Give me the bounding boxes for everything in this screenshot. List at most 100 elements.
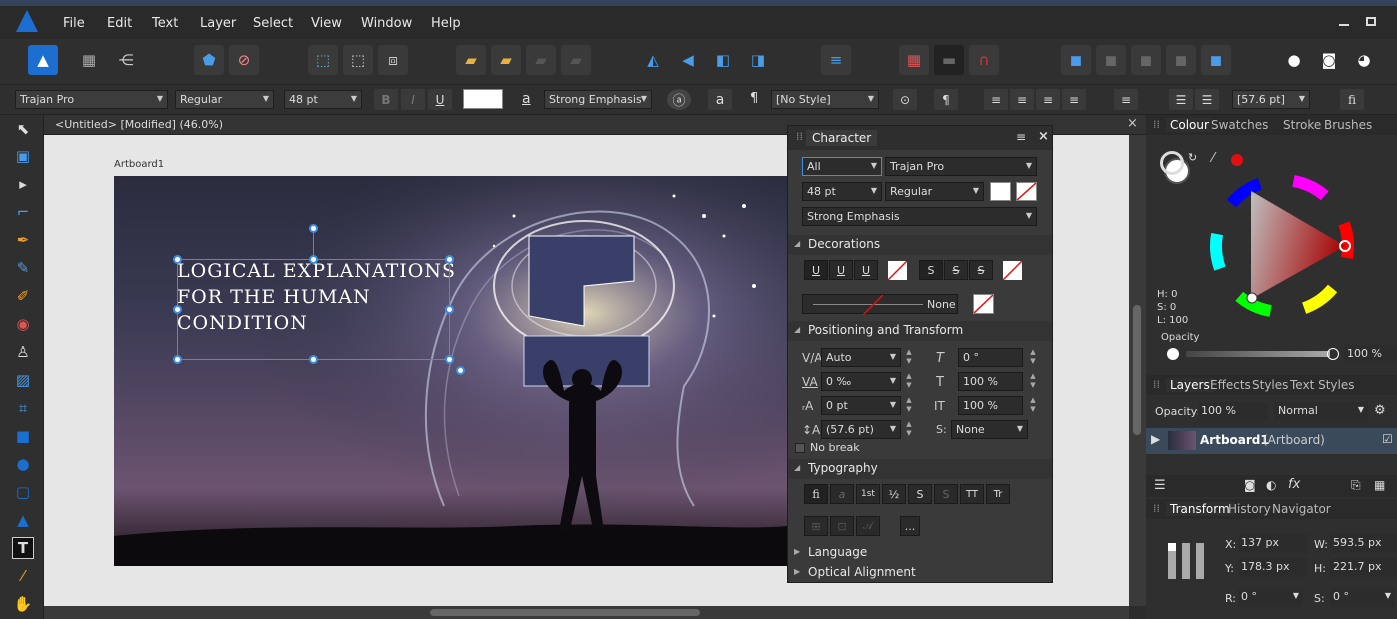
kerning-field[interactable]: 0 ‰ ▼ bbox=[821, 372, 901, 391]
typo-more-button[interactable]: ... bbox=[900, 516, 920, 536]
grid-icon[interactable]: ▦ bbox=[899, 45, 929, 75]
underline-button[interactable]: U bbox=[428, 89, 452, 110]
blend-mode-dropdown[interactable]: Normal ▼ bbox=[1274, 402, 1368, 421]
para-style-apply-button[interactable]: ⊙ bbox=[893, 89, 917, 110]
menu-layer[interactable]: Layer bbox=[200, 16, 236, 31]
baseline-field[interactable]: 0 pt ▼ bbox=[821, 396, 901, 415]
opacity-slider[interactable] bbox=[1186, 351, 1330, 357]
scope-dropdown[interactable]: All ▼ bbox=[802, 157, 882, 176]
char-style-clear-button[interactable]: a bbox=[708, 89, 732, 110]
tab-colour[interactable]: Colour bbox=[1166, 118, 1213, 132]
align-center-icon[interactable]: ≡ bbox=[1010, 89, 1034, 110]
character-panel-titlebar[interactable]: ⁞⁞ Character ≡ × bbox=[788, 126, 1052, 150]
resize-handle[interactable] bbox=[173, 255, 182, 264]
fill-tool-icon[interactable]: ◉ bbox=[12, 313, 34, 335]
panel-char-style-dropdown[interactable]: Strong Emphasis ▼ bbox=[802, 207, 1037, 226]
tab-stroke[interactable]: Stroke bbox=[1283, 118, 1321, 132]
text-tool-icon[interactable]: T bbox=[12, 537, 34, 559]
panel-font-dropdown[interactable]: Trajan Pro ▼ bbox=[885, 157, 1037, 176]
app-logo[interactable] bbox=[16, 10, 38, 32]
shear-transform-field[interactable]: 0 ° ▼ bbox=[1330, 588, 1395, 607]
strike-double-button[interactable]: S bbox=[944, 260, 968, 280]
rotation-field[interactable]: 0 ° ▼ bbox=[1238, 588, 1303, 607]
typo-smallcaps-button[interactable]: Tr bbox=[986, 484, 1010, 504]
resize-handle[interactable] bbox=[445, 355, 454, 364]
artboard-tool-icon[interactable]: ▣ bbox=[12, 145, 34, 167]
hscale-field[interactable]: 100 % bbox=[958, 372, 1023, 391]
ellipse-tool-icon[interactable]: ● bbox=[12, 453, 34, 475]
minimize-icon[interactable] bbox=[1339, 24, 1349, 26]
fx-icon[interactable]: fx bbox=[1288, 477, 1300, 492]
align-left-icon[interactable]: ≡ bbox=[984, 89, 1008, 110]
rounded-rectangle-tool-icon[interactable]: ▢ bbox=[12, 481, 34, 503]
horizontal-scrollbar[interactable] bbox=[44, 606, 1129, 619]
typography-button[interactable]: fi bbox=[1340, 89, 1364, 110]
typo-ordinals-button[interactable]: 1st bbox=[856, 484, 880, 504]
layer-opacity-field[interactable]: 100 % bbox=[1198, 402, 1268, 421]
layer-row[interactable]: ▶ Artboard1 (Artboard) ☑ bbox=[1146, 428, 1397, 454]
boolean-intersect-icon[interactable]: ◼ bbox=[1131, 45, 1161, 75]
typo-superscript-button[interactable]: S bbox=[908, 484, 932, 504]
snapping-off-icon[interactable]: ⊘ bbox=[229, 45, 259, 75]
panel-fill-swatch[interactable] bbox=[990, 182, 1011, 201]
justify-icon[interactable]: ≡ bbox=[1062, 89, 1086, 110]
char-style-apply-button[interactable]: ⓐ bbox=[667, 89, 691, 110]
bullets-icon[interactable]: ☰ bbox=[1169, 89, 1193, 110]
arrange-backward-icon[interactable]: ▰ bbox=[561, 45, 591, 75]
bold-button[interactable]: B bbox=[374, 89, 398, 110]
menu-help[interactable]: Help bbox=[431, 16, 461, 31]
panel-grip-icon[interactable]: ⁞⁞ bbox=[1153, 118, 1160, 131]
resize-handle[interactable] bbox=[309, 255, 318, 264]
panel-grip-icon[interactable]: ⁞⁞ bbox=[1153, 502, 1160, 515]
pencil-tool-icon[interactable]: ✎ bbox=[12, 257, 34, 279]
place-image-tool-icon[interactable]: ▨ bbox=[12, 369, 34, 391]
hand-tool-icon[interactable]: ✋ bbox=[12, 593, 34, 615]
positioning-section-header[interactable]: ◢ Positioning and Transform bbox=[788, 321, 1052, 341]
h-field[interactable]: 221.7 px bbox=[1330, 558, 1397, 577]
menu-view[interactable]: View bbox=[311, 16, 342, 31]
resize-handle[interactable] bbox=[445, 255, 454, 264]
leading-field[interactable]: [57.6 pt] ▼ bbox=[1232, 90, 1310, 109]
align-icon[interactable]: ≡ bbox=[821, 45, 851, 75]
typo-allcaps-button[interactable]: TT bbox=[960, 484, 984, 504]
panel-menu-icon[interactable]: ≡ bbox=[1016, 130, 1026, 144]
transform-object-icon[interactable]: ⧈ bbox=[378, 45, 408, 75]
flip-vertical-icon[interactable]: ◀ bbox=[673, 45, 703, 75]
arrange-forward-icon[interactable]: ▰ bbox=[526, 45, 556, 75]
underline-color-swatch[interactable] bbox=[887, 260, 908, 281]
panel-size-field[interactable]: 48 pt ▼ bbox=[802, 182, 882, 201]
tab-styles[interactable]: Styles bbox=[1252, 378, 1288, 392]
typo-extra-3-button[interactable]: 𝒜 bbox=[856, 516, 880, 536]
arrange-front-icon[interactable]: ▰ bbox=[491, 45, 521, 75]
maximize-icon[interactable] bbox=[1366, 17, 1376, 26]
text-fill-swatch[interactable] bbox=[463, 89, 503, 109]
text-flow-handle[interactable] bbox=[456, 366, 465, 375]
stroke-colour-circle[interactable] bbox=[1160, 151, 1184, 175]
tab-text-styles[interactable]: Text Styles bbox=[1290, 378, 1354, 392]
tab-navigator[interactable]: Navigator bbox=[1272, 502, 1331, 516]
underline-double-button[interactable]: U bbox=[829, 260, 853, 280]
resize-handle[interactable] bbox=[173, 305, 182, 314]
flip-horizontal-icon[interactable]: ◭ bbox=[638, 45, 668, 75]
crop-tool-icon[interactable]: ⌗ bbox=[12, 397, 34, 419]
panel-style-dropdown[interactable]: Regular ▼ bbox=[885, 182, 984, 201]
pixel-persona-icon[interactable]: ▦ bbox=[74, 45, 104, 75]
line-style-dropdown[interactable]: None bbox=[802, 294, 958, 315]
tab-swatches[interactable]: Swatches bbox=[1211, 118, 1268, 132]
horizontal-scroll-thumb[interactable] bbox=[430, 609, 700, 616]
typo-subscript-button[interactable]: S bbox=[934, 484, 958, 504]
adjustment-icon[interactable]: ◐ bbox=[1266, 478, 1276, 492]
panel-grip-icon[interactable]: ⁞⁞ bbox=[1153, 378, 1160, 391]
menu-file[interactable]: File bbox=[63, 16, 85, 31]
resize-handle[interactable] bbox=[445, 305, 454, 314]
w-field[interactable]: 593.5 px bbox=[1330, 534, 1397, 553]
select-all-icon[interactable]: ⬚ bbox=[343, 45, 373, 75]
tab-transform[interactable]: Transform bbox=[1166, 502, 1234, 516]
share-icon[interactable]: ⋲ bbox=[111, 45, 141, 75]
opacity-field[interactable]: 100 % bbox=[1344, 345, 1397, 364]
designer-persona-icon[interactable]: ▲ bbox=[28, 45, 58, 75]
corner-tool-icon[interactable]: ⌐ bbox=[12, 201, 34, 223]
no-break-checkbox[interactable] bbox=[795, 443, 805, 453]
typo-extra-2-button[interactable]: ⊡ bbox=[830, 516, 854, 536]
menu-select[interactable]: Select bbox=[253, 16, 293, 31]
